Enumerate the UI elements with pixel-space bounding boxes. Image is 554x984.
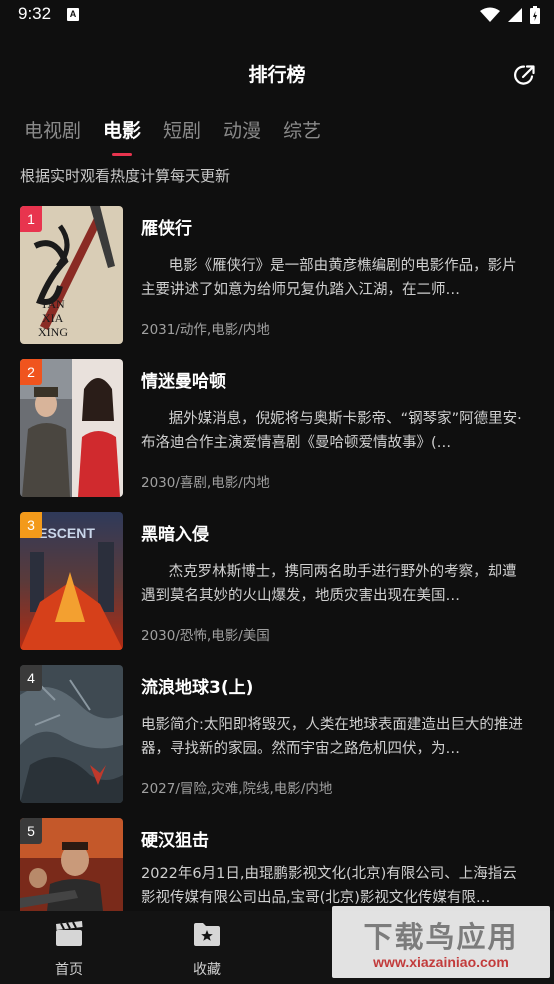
item-description: 电影《雁侠行》是一部由黄彦樵编剧的电影作品，影片主要讲述了如意为给师兄复仇踏入江… <box>141 258 517 298</box>
tab-underline <box>112 153 133 156</box>
page-title: 排行榜 <box>248 64 306 86</box>
poster-image: 4 <box>20 665 123 803</box>
item-title: 情迷曼哈顿 <box>141 372 226 392</box>
app-header: 排行榜 <box>0 52 554 96</box>
item-meta: 2031/动作,电影/内地 <box>141 322 270 338</box>
ranking-description: 根据实时观看热度计算每天更新 <box>20 167 231 185</box>
category-tabs: 电视剧 电影 短剧 动漫 综艺 <box>24 116 321 156</box>
poster-title-text: XING <box>38 325 68 339</box>
watermark-title: 下载鸟应用 <box>363 920 519 954</box>
list-item[interactable]: YAN XIA XING 1 雁侠行 电影《雁侠行》是一部由黄彦樵编剧的电影作品… <box>0 206 554 344</box>
tab-label: 短剧 <box>163 120 202 142</box>
tab-label: 电影 <box>103 120 142 142</box>
tab-tv-series[interactable]: 电视剧 <box>24 116 81 156</box>
nav-label: 首页 <box>55 962 83 978</box>
rank-badge: 4 <box>20 665 42 691</box>
rank-badge: 5 <box>20 818 42 844</box>
item-description: 2022年6月1日,由琨鹏影视文化(北京)有限公司、上海指云影视传媒有限公司出品… <box>141 866 517 906</box>
list-item[interactable]: DESCENT 3 黑暗入侵 杰克罗林斯博士，携同两名助手进行野外的考察，却遭遇… <box>0 512 554 650</box>
item-meta: 2027/冒险,灾难,院线,电影/内地 <box>141 781 333 797</box>
tab-label: 综艺 <box>283 120 322 142</box>
item-description: 电影简介:太阳即将毁灭，人类在地球表面建造出巨大的推进器，寻找新的家园。然而宇宙… <box>141 717 523 757</box>
notification-icon: A <box>67 8 79 21</box>
share-icon[interactable] <box>512 62 538 88</box>
status-bar: 9:32 A <box>0 0 554 32</box>
list-item[interactable]: 4 流浪地球3(上) 电影简介:太阳即将毁灭，人类在地球表面建造出巨大的推进器，… <box>0 665 554 803</box>
list-item[interactable]: 2 情迷曼哈顿 据外媒消息，倪妮将与奥斯卡影帝、“钢琴家”阿德里安·布洛迪合作主… <box>0 359 554 497</box>
ranking-list: YAN XIA XING 1 雁侠行 电影《雁侠行》是一部由黄彦樵编剧的电影作品… <box>0 206 554 911</box>
rank-badge: 3 <box>20 512 42 538</box>
rank-badge: 1 <box>20 206 42 232</box>
item-title: 黑暗入侵 <box>141 525 209 545</box>
tab-variety[interactable]: 综艺 <box>283 116 321 156</box>
item-meta: 2030/喜剧,电影/内地 <box>141 475 270 491</box>
clapperboard-icon <box>56 921 83 946</box>
tab-label: 动漫 <box>223 120 262 142</box>
poster-image: 2 <box>20 359 123 497</box>
tab-label: 电视剧 <box>24 120 82 142</box>
item-title: 硬汉狙击 <box>141 831 209 851</box>
poster-image: 5 <box>20 818 123 911</box>
system-icons <box>480 6 540 24</box>
nav-label: 收藏 <box>193 962 221 978</box>
watermark-url: www.xiazainiao.com <box>373 954 509 970</box>
tab-short-drama[interactable]: 短剧 <box>163 116 201 156</box>
item-meta: 2030/恐怖,电影/美国 <box>141 628 270 644</box>
item-description: 杰克罗林斯博士，携同两名助手进行野外的考察，却遭遇到莫名其妙的火山爆发，地质灾害… <box>141 564 517 604</box>
battery-icon <box>530 6 540 24</box>
rank-badge: 2 <box>20 359 42 385</box>
list-item[interactable]: 5 硬汉狙击 2022年6月1日,由琨鹏影视文化(北京)有限公司、上海指云影视传… <box>0 818 554 911</box>
watermark-logo: 下载鸟应用 www.xiazainiao.com <box>332 906 550 978</box>
tab-movie[interactable]: 电影 <box>103 116 141 156</box>
signal-icon <box>508 8 522 22</box>
item-title: 雁侠行 <box>141 219 192 239</box>
poster-image: YAN XIA XING 1 <box>20 206 123 344</box>
nav-home[interactable]: 首页 <box>29 921 109 979</box>
poster-title-text: XIA <box>42 311 64 325</box>
folder-star-icon <box>194 923 220 946</box>
status-time: 9:32 <box>18 4 52 23</box>
item-description: 据外媒消息，倪妮将与奥斯卡影帝、“钢琴家”阿德里安·布洛迪合作主演爱情喜剧《曼哈… <box>141 411 522 451</box>
item-title: 流浪地球3(上) <box>141 678 254 698</box>
wifi-icon <box>480 7 500 22</box>
tab-anime[interactable]: 动漫 <box>223 116 261 156</box>
poster-image: DESCENT 3 <box>20 512 123 650</box>
poster-title-text: YAN <box>40 297 65 311</box>
nav-favorites[interactable]: 收藏 <box>167 921 247 979</box>
